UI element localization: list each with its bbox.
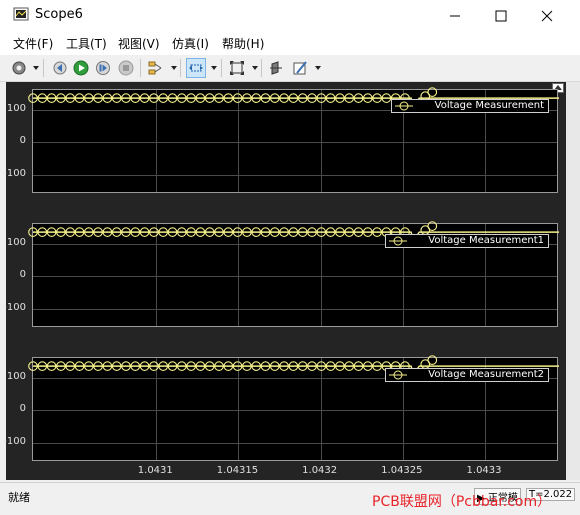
x-tick-label: 1.0433 xyxy=(466,465,502,476)
y-tick-label: 0 xyxy=(19,403,26,414)
zoom-button[interactable] xyxy=(186,58,206,78)
toolbar-separator xyxy=(140,59,141,77)
x-tick-label: 1.04315 xyxy=(216,465,259,476)
step-back-icon xyxy=(53,61,67,75)
y-tick-label: -100 xyxy=(3,167,26,179)
data-point-marker xyxy=(427,87,438,97)
cursor-measurements-button[interactable] xyxy=(266,58,286,78)
toolbar-separator xyxy=(43,59,44,77)
data-point-marker xyxy=(427,221,438,231)
autoscale-button[interactable] xyxy=(227,58,247,78)
toolbar-separator xyxy=(221,59,222,77)
legend-swatch xyxy=(395,101,413,111)
menu-simulation[interactable]: 仿真(I) xyxy=(172,35,209,52)
title-bar: Scope6 xyxy=(0,0,580,31)
step-back-button[interactable] xyxy=(49,58,69,78)
legend-box[interactable]: Voltage Measurement1 xyxy=(385,234,549,248)
step-forward-button[interactable] xyxy=(93,58,113,78)
background-strip xyxy=(566,82,580,480)
menu-bar: 文件(F) 工具(T) 视图(V) 仿真(I) 帮助(H) xyxy=(0,31,580,55)
run-button[interactable] xyxy=(71,58,91,78)
y-tick-label: -100 xyxy=(3,301,26,313)
x-tick-label: 1.0432 xyxy=(302,465,338,476)
watermark-text: PCB联盟网（Pcbbar.com） xyxy=(372,494,552,510)
y-tick-label: 100 xyxy=(6,102,26,114)
zoom-icon xyxy=(189,64,203,72)
close-button[interactable] xyxy=(524,0,570,31)
settings-dropdown-arrow[interactable] xyxy=(33,66,39,70)
settings-button[interactable] xyxy=(9,58,29,78)
highlight-icon xyxy=(148,61,162,75)
legend-swatch xyxy=(389,236,407,246)
zoom-dropdown-arrow[interactable] xyxy=(211,66,217,70)
step-forward-icon xyxy=(96,61,110,75)
highlight-button[interactable] xyxy=(146,58,166,78)
legend-label: Voltage Measurement2 xyxy=(428,369,544,380)
data-point-marker xyxy=(427,355,438,365)
x-tick-label: 1.0431 xyxy=(137,465,173,476)
menu-view[interactable]: 视图(V) xyxy=(118,35,160,52)
minimize-icon xyxy=(450,15,460,16)
menu-file[interactable]: 文件(F) xyxy=(13,35,53,52)
y-tick-label: 100 xyxy=(6,370,26,382)
maximize-icon xyxy=(495,10,507,21)
x-tick-label: 1.04325 xyxy=(381,465,423,476)
style-icon xyxy=(293,61,307,75)
legend-box[interactable]: Voltage Measurement2 xyxy=(385,368,549,382)
legend-swatch xyxy=(389,370,407,380)
toolbar-separator xyxy=(261,59,262,77)
stop-icon xyxy=(118,60,134,76)
y-tick-label: -100 xyxy=(3,435,26,447)
autoscale-dropdown-arrow[interactable] xyxy=(252,66,258,70)
scope-app-icon xyxy=(13,7,29,21)
toolbar-separator xyxy=(180,59,181,77)
scope-window: Scope6 文件(F) 工具(T) 视图(V) 仿真(I) 帮助(H) Vol… xyxy=(0,0,580,515)
legend-label: Voltage Measurement xyxy=(434,100,544,111)
y-tick-label: 0 xyxy=(19,135,26,146)
window-title: Scope6 xyxy=(35,7,83,22)
legend-label: Voltage Measurement1 xyxy=(428,235,544,246)
minimize-button[interactable] xyxy=(432,0,478,31)
plot-axes-3[interactable]: Voltage Measurement2 xyxy=(28,355,559,461)
run-icon xyxy=(73,60,89,76)
stop-button[interactable] xyxy=(116,58,136,78)
style-dropdown-arrow[interactable] xyxy=(315,66,321,70)
menu-help[interactable]: 帮助(H) xyxy=(222,35,264,52)
maximize-button[interactable] xyxy=(478,0,524,31)
legend-box[interactable]: Voltage Measurement xyxy=(391,99,549,113)
cursor-icon xyxy=(270,61,282,75)
style-button[interactable] xyxy=(290,58,310,78)
y-tick-label: 100 xyxy=(6,236,26,248)
menu-tools[interactable]: 工具(T) xyxy=(66,35,107,52)
close-icon xyxy=(541,10,553,21)
y-tick-label: 0 xyxy=(19,269,26,280)
plot-axes-1[interactable]: Voltage Measurement xyxy=(28,87,559,193)
toolbar xyxy=(0,55,580,82)
highlight-dropdown-arrow[interactable] xyxy=(171,66,177,70)
settings-icon xyxy=(12,61,26,75)
plot-axes-2[interactable]: Voltage Measurement1 xyxy=(28,221,559,327)
autoscale-icon xyxy=(230,61,244,75)
status-text: 就绪 xyxy=(8,491,30,504)
